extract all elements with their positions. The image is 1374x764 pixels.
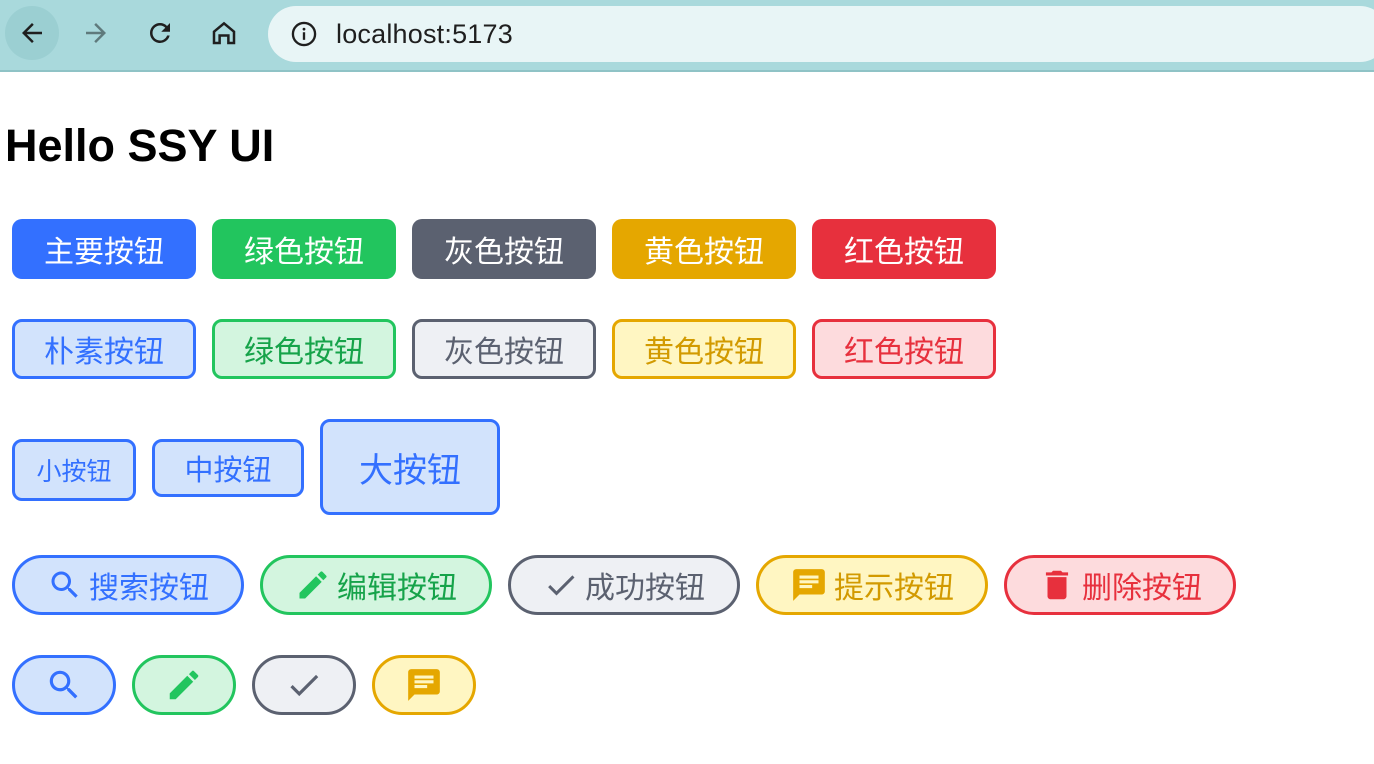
message-button[interactable]: 提示按钮 bbox=[756, 555, 988, 615]
delete-button-label: 删除按钮 bbox=[1082, 571, 1202, 606]
back-arrow-icon bbox=[22, 23, 42, 43]
delete-button[interactable]: 删除按钮 bbox=[1004, 555, 1236, 615]
search-icon-button[interactable] bbox=[12, 655, 116, 715]
address-bar[interactable]: localhost:5173 bbox=[268, 6, 1374, 62]
message-icon bbox=[790, 566, 828, 604]
green-button[interactable]: 绿色按钮 bbox=[212, 219, 396, 279]
search-icon bbox=[47, 567, 83, 603]
forward-arrow-icon bbox=[86, 23, 106, 43]
message-button-label: 提示按钮 bbox=[834, 571, 954, 606]
plain-yellow-button[interactable]: 黄色按钮 bbox=[612, 319, 796, 379]
home-button[interactable] bbox=[197, 6, 251, 60]
edit-icon bbox=[165, 666, 203, 704]
browser-toolbar: localhost:5173 bbox=[0, 0, 1374, 72]
edit-button[interactable]: 编辑按钮 bbox=[260, 555, 492, 615]
search-icon bbox=[45, 666, 83, 704]
red-button[interactable]: 红色按钮 bbox=[812, 219, 996, 279]
message-icon bbox=[405, 666, 443, 704]
primary-button[interactable]: 主要按钮 bbox=[12, 219, 196, 279]
back-button[interactable] bbox=[5, 6, 59, 60]
edit-button-label: 编辑按钮 bbox=[337, 571, 457, 606]
plain-gray-button[interactable]: 灰色按钮 bbox=[412, 319, 596, 379]
edit-icon-button[interactable] bbox=[132, 655, 236, 715]
medium-button[interactable]: 中按钮 bbox=[152, 439, 304, 497]
plain-button[interactable]: 朴素按钮 bbox=[12, 319, 196, 379]
yellow-button[interactable]: 黄色按钮 bbox=[612, 219, 796, 279]
search-button[interactable]: 搜索按钮 bbox=[12, 555, 244, 615]
reload-button[interactable] bbox=[133, 6, 187, 60]
message-icon-button[interactable] bbox=[372, 655, 476, 715]
gray-button[interactable]: 灰色按钮 bbox=[412, 219, 596, 279]
check-icon-button[interactable] bbox=[252, 655, 356, 715]
home-icon bbox=[212, 21, 236, 45]
success-button[interactable]: 成功按钮 bbox=[508, 555, 740, 615]
check-icon bbox=[543, 567, 579, 603]
success-button-label: 成功按钮 bbox=[585, 571, 705, 606]
edit-icon bbox=[295, 567, 331, 603]
url-text: localhost:5173 bbox=[336, 18, 513, 49]
plain-red-button[interactable]: 红色按钮 bbox=[812, 319, 996, 379]
plain-green-button[interactable]: 绿色按钮 bbox=[212, 319, 396, 379]
forward-button[interactable] bbox=[69, 6, 123, 60]
small-button[interactable]: 小按钮 bbox=[12, 439, 136, 501]
reload-icon bbox=[150, 23, 170, 43]
delete-icon bbox=[1038, 566, 1076, 604]
check-icon bbox=[285, 666, 323, 704]
search-button-label: 搜索按钮 bbox=[89, 571, 209, 606]
large-button[interactable]: 大按钮 bbox=[320, 419, 500, 515]
page-title: Hello SSY UI bbox=[5, 120, 275, 171]
info-icon[interactable] bbox=[290, 20, 318, 48]
